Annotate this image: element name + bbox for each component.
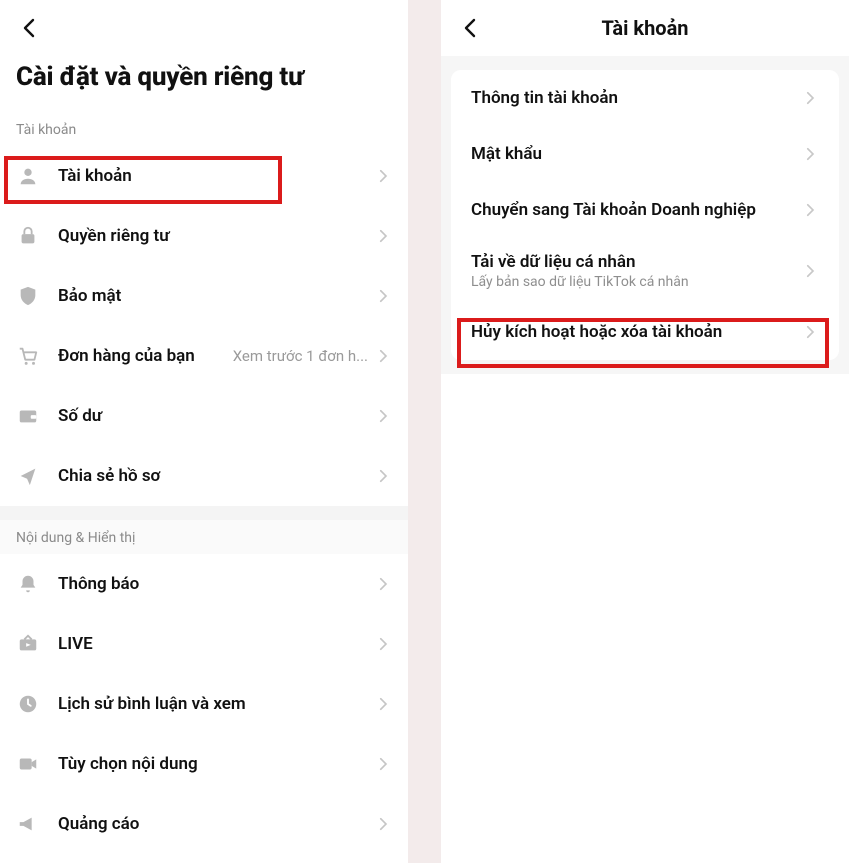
row-account[interactable]: Tài khoản	[0, 146, 408, 206]
live-icon	[16, 632, 40, 656]
page-title: Tài khoản	[453, 16, 837, 40]
chevron-right-icon	[374, 227, 392, 245]
row-label: Quyền riêng tư	[58, 226, 374, 246]
row-label: Đơn hàng của bạn	[58, 346, 233, 366]
chevron-right-icon	[801, 323, 819, 341]
row-switch-business[interactable]: Chuyển sang Tài khoản Doanh nghiệp	[451, 182, 839, 238]
chevron-right-icon	[801, 89, 819, 107]
row-subtitle: Lấy bản sao dữ liệu TikTok cá nhân	[471, 274, 801, 290]
list-container: Thông tin tài khoản Mật khẩu Chuyển sang…	[441, 56, 849, 374]
chevron-right-icon	[374, 347, 392, 365]
row-share-profile[interactable]: Chia sẻ hồ sơ	[0, 446, 408, 506]
video-icon	[16, 752, 40, 776]
chevron-right-icon	[374, 635, 392, 653]
chevron-right-icon	[374, 575, 392, 593]
chevron-right-icon	[801, 201, 819, 219]
row-live[interactable]: LIVE	[0, 614, 408, 674]
chevron-right-icon	[374, 287, 392, 305]
chevron-right-icon	[801, 262, 819, 280]
row-deactivate-delete[interactable]: Hủy kích hoạt hoặc xóa tài khoản	[451, 304, 839, 360]
list-card: Thông tin tài khoản Mật khẩu Chuyển sang…	[451, 70, 839, 360]
row-label: LIVE	[58, 634, 374, 654]
bell-icon	[16, 572, 40, 596]
row-label: Tải về dữ liệu cá nhân	[471, 252, 801, 272]
wallet-icon	[16, 404, 40, 428]
row-label: Hủy kích hoạt hoặc xóa tài khoản	[471, 322, 801, 342]
header: Tài khoản	[441, 0, 849, 56]
row-security[interactable]: Bảo mật	[0, 266, 408, 326]
row-orders[interactable]: Đơn hàng của bạn Xem trước 1 đơn h...	[0, 326, 408, 386]
chevron-right-icon	[374, 467, 392, 485]
section-divider	[0, 506, 408, 520]
row-label: Tài khoản	[58, 166, 374, 186]
lock-icon	[16, 224, 40, 248]
chevron-right-icon	[374, 407, 392, 425]
row-content-preferences[interactable]: Tùy chọn nội dung	[0, 734, 408, 794]
row-download-data[interactable]: Tải về dữ liệu cá nhân Lấy bản sao dữ li…	[451, 238, 839, 304]
row-label: Mật khẩu	[471, 144, 801, 164]
page-title: Cài đặt và quyền riêng tư	[0, 56, 408, 112]
row-label: Thông báo	[58, 574, 374, 594]
clock-icon	[16, 692, 40, 716]
back-button[interactable]	[12, 10, 48, 46]
section-label-account: Tài khoản	[0, 112, 408, 146]
row-label: Tùy chọn nội dung	[58, 754, 374, 774]
row-history[interactable]: Lịch sử bình luận và xem	[0, 674, 408, 734]
chevron-right-icon	[374, 815, 392, 833]
shield-icon	[16, 284, 40, 308]
chevron-right-icon	[374, 755, 392, 773]
header	[0, 0, 408, 56]
row-label: Lịch sử bình luận và xem	[58, 694, 374, 714]
row-privacy[interactable]: Quyền riêng tư	[0, 206, 408, 266]
settings-screen: Cài đặt và quyền riêng tư Tài khoản Tài …	[0, 0, 408, 863]
row-label: Số dư	[58, 406, 374, 426]
row-balance[interactable]: Số dư	[0, 386, 408, 446]
person-icon	[16, 164, 40, 188]
row-account-info[interactable]: Thông tin tài khoản	[451, 70, 839, 126]
chevron-right-icon	[374, 695, 392, 713]
chevron-right-icon	[801, 145, 819, 163]
share-icon	[16, 464, 40, 488]
row-password[interactable]: Mật khẩu	[451, 126, 839, 182]
cart-icon	[16, 344, 40, 368]
row-hint: Xem trước 1 đơn h...	[233, 347, 368, 365]
chevron-right-icon	[374, 167, 392, 185]
row-ads[interactable]: Quảng cáo	[0, 794, 408, 854]
row-label: Chia sẻ hồ sơ	[58, 466, 374, 486]
section-label-content: Nội dung & Hiển thị	[0, 520, 408, 554]
arrow-left-icon	[18, 16, 42, 40]
row-label: Chuyển sang Tài khoản Doanh nghiệp	[471, 200, 801, 220]
account-screen: Tài khoản Thông tin tài khoản Mật khẩu C…	[441, 0, 849, 863]
row-label: Bảo mật	[58, 286, 374, 306]
row-label: Quảng cáo	[58, 814, 374, 834]
row-label: Thông tin tài khoản	[471, 88, 801, 108]
row-notifications[interactable]: Thông báo	[0, 554, 408, 614]
megaphone-icon	[16, 812, 40, 836]
